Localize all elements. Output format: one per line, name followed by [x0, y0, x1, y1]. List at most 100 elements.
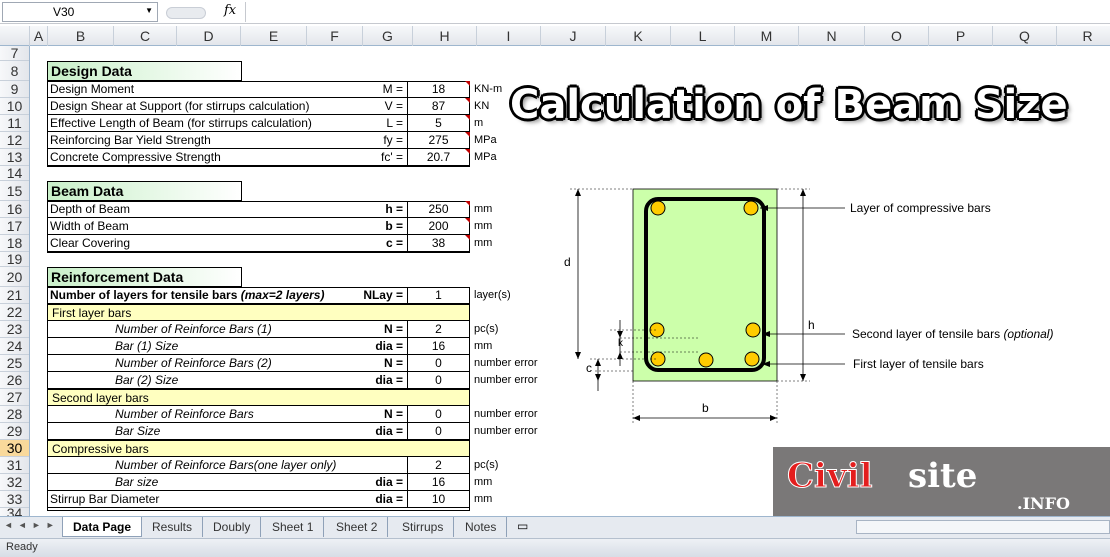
- column-header-b[interactable]: B: [48, 26, 114, 46]
- row-header-19[interactable]: 19: [0, 252, 29, 267]
- chevron-down-icon[interactable]: ▼: [145, 6, 153, 15]
- column-header-n[interactable]: N: [799, 26, 865, 46]
- row-value[interactable]: 2: [407, 321, 470, 338]
- row-header-15[interactable]: 15: [0, 181, 29, 201]
- row-header-32[interactable]: 32: [0, 474, 29, 491]
- row-value[interactable]: 0: [407, 372, 470, 389]
- reinforcement-data-header: Reinforcement Data: [47, 267, 242, 287]
- row-header-14[interactable]: 14: [0, 166, 29, 181]
- row-value[interactable]: 18: [407, 81, 470, 98]
- column-header-i[interactable]: I: [477, 26, 541, 46]
- column-header-e[interactable]: E: [241, 26, 307, 46]
- column-header-f[interactable]: F: [307, 26, 363, 46]
- row-header-18[interactable]: 18: [0, 235, 29, 252]
- horizontal-scrollbar[interactable]: [856, 520, 1110, 534]
- column-header-l[interactable]: L: [671, 26, 735, 46]
- column-header-c[interactable]: C: [114, 26, 177, 46]
- row-header-12[interactable]: 12: [0, 132, 29, 149]
- row-header-29[interactable]: 29: [0, 423, 29, 440]
- beam-section-diagram: d h b k c Layer of compressive bars Seco…: [564, 188, 1053, 424]
- row-label: Depth of Beam: [50, 202, 131, 216]
- row-value[interactable]: 275: [407, 132, 470, 149]
- row-header-8[interactable]: 8: [0, 61, 29, 81]
- tab-results[interactable]: Results: [142, 517, 204, 537]
- row-value[interactable]: 1: [407, 287, 470, 304]
- row-header-13[interactable]: 13: [0, 149, 29, 166]
- compressive-bar: [650, 200, 666, 216]
- row-value[interactable]: 87: [407, 98, 470, 115]
- row-value[interactable]: 16: [407, 474, 470, 491]
- row-label: Reinforcing Bar Yield Strength: [50, 133, 211, 147]
- column-header-r[interactable]: R: [1057, 26, 1110, 46]
- tab-stirrups[interactable]: Stirrups: [392, 517, 455, 537]
- column-header-a[interactable]: A: [30, 26, 48, 46]
- tab-sheet-1[interactable]: Sheet 1: [262, 517, 325, 537]
- column-header-k[interactable]: K: [606, 26, 671, 46]
- row-header-7[interactable]: 7: [0, 46, 29, 61]
- design-data-header: Design Data: [47, 61, 242, 81]
- row-header-9[interactable]: 9: [0, 81, 29, 98]
- section-title: Compressive bars: [47, 440, 470, 457]
- row-header-30[interactable]: 30: [0, 440, 29, 457]
- row-value[interactable]: 250: [407, 201, 470, 218]
- row-label: Width of Beam: [50, 219, 129, 233]
- row-header-27[interactable]: 27: [0, 389, 29, 406]
- column-header-j[interactable]: J: [541, 26, 606, 46]
- logo-info: .INFO: [1017, 494, 1070, 513]
- row-header-11[interactable]: 11: [0, 115, 29, 132]
- row-header-21[interactable]: 21: [0, 287, 29, 304]
- tab-sheet-2[interactable]: Sheet 2: [326, 517, 389, 537]
- row-header-26[interactable]: 26: [0, 372, 29, 389]
- row-header-23[interactable]: 23: [0, 321, 29, 338]
- name-box[interactable]: V30 ▼: [2, 2, 158, 22]
- insert-function-icon[interactable]: fx: [224, 3, 236, 18]
- column-header-h[interactable]: H: [413, 26, 477, 46]
- row-header-28[interactable]: 28: [0, 406, 29, 423]
- column-header-o[interactable]: O: [865, 26, 929, 46]
- row-value[interactable]: 38: [407, 235, 470, 252]
- row-symbol: dia =: [375, 339, 403, 353]
- row-value[interactable]: 5: [407, 115, 470, 132]
- row-value[interactable]: 16: [407, 338, 470, 355]
- sheet-tab-bar: ◄◄►► Data Page Results Doubly Sheet 1 Sheet …: [0, 516, 1110, 538]
- row-header-20[interactable]: 20: [0, 267, 29, 287]
- row-header-17[interactable]: 17: [0, 218, 29, 235]
- row-value[interactable]: 200: [407, 218, 470, 235]
- row-value[interactable]: 0: [407, 355, 470, 372]
- row-label: Number of layers for tensile bars (max=2…: [50, 288, 325, 302]
- row-symbol: b =: [385, 219, 403, 233]
- tab-data-page[interactable]: Data Page: [62, 517, 143, 537]
- insert-sheet-icon[interactable]: ▭: [517, 519, 528, 533]
- comment-indicator: [465, 149, 470, 154]
- column-header-p[interactable]: P: [929, 26, 993, 46]
- column-header-g[interactable]: G: [363, 26, 413, 46]
- select-all-corner[interactable]: [0, 26, 30, 46]
- row-value[interactable]: 10: [407, 491, 470, 508]
- tab-scroll-arrows[interactable]: ◄◄►►: [4, 520, 60, 530]
- tab-notes[interactable]: Notes: [455, 517, 508, 537]
- comment-indicator: [465, 218, 470, 223]
- row-unit: number error: [474, 357, 538, 369]
- row-header-16[interactable]: 16: [0, 201, 29, 218]
- row-symbol: [350, 457, 406, 474]
- section-title: Second layer bars: [47, 389, 470, 406]
- row-value[interactable]: 0: [407, 406, 470, 423]
- tab-doubly[interactable]: Doubly: [203, 517, 262, 537]
- row-value[interactable]: 20.7: [407, 149, 470, 166]
- row-value[interactable]: 2: [407, 457, 470, 474]
- row-header-25[interactable]: 25: [0, 355, 29, 372]
- row-divider: [47, 507, 470, 508]
- row-header-10[interactable]: 10: [0, 98, 29, 115]
- row-value[interactable]: 0: [407, 423, 470, 440]
- column-header-d[interactable]: D: [177, 26, 241, 46]
- row-header-31[interactable]: 31: [0, 457, 29, 474]
- row-unit: mm: [474, 476, 493, 488]
- row-unit: pc(s): [474, 323, 499, 335]
- column-header-q[interactable]: Q: [993, 26, 1057, 46]
- row-header-24[interactable]: 24: [0, 338, 29, 355]
- row-header-22[interactable]: 22: [0, 304, 29, 321]
- second-layer-bar: [745, 322, 761, 338]
- formula-input[interactable]: [245, 2, 1110, 22]
- column-header-m[interactable]: M: [735, 26, 799, 46]
- formula-bar-resize-handle[interactable]: [166, 7, 206, 19]
